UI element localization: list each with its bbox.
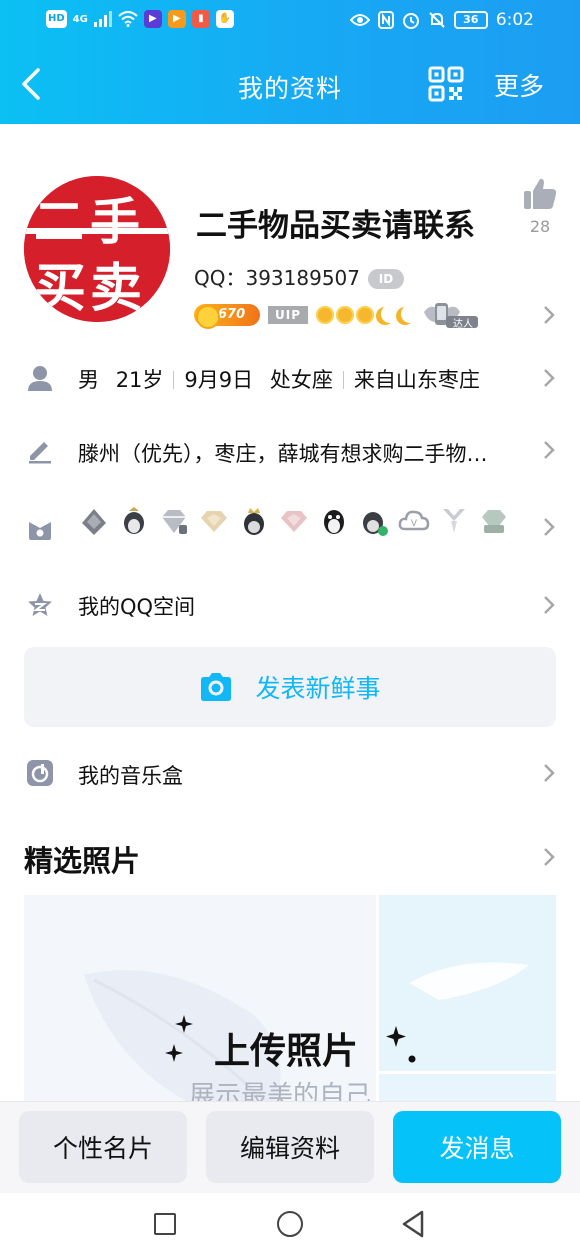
camera-icon [201,673,232,701]
person-icon [28,366,52,391]
nav-bar: 我的资料 更多 [0,50,580,120]
penguin-medal-icon [124,507,144,534]
svg-text:V: V [411,519,418,529]
like-count: 28 [529,217,551,236]
sparkle-right-icon [386,1026,416,1063]
gender: 男 [78,368,99,392]
hand-app-icon: ✋ [215,10,234,28]
id-badge[interactable]: ID [368,269,405,289]
chevron-right-icon[interactable] [542,847,556,867]
status-bar: HD 4G ▶ ▶ ▮ ✋ 36 6:02 [0,0,580,44]
level-badge: 670 [194,304,260,329]
more-button[interactable]: 更多 [494,67,544,103]
edit-profile-button[interactable]: 编辑资料 [206,1111,374,1183]
post-new-moment-button[interactable]: 发表新鲜事 [24,647,556,727]
vip-badge: UIP [268,306,308,324]
birthday: 9月9日 [184,368,254,392]
chevron-right-icon[interactable] [542,763,556,783]
status-right: 36 6:02 [349,10,534,30]
music-box-link[interactable]: 我的音乐盒 [78,760,183,790]
video-app-icon: ▶ [143,10,162,28]
signature-text[interactable]: 滕州（优先），枣庄，薛城有想求购二手物… [78,438,528,468]
crown-penguin-medal-icon [82,509,106,535]
status-left: HD 4G ▶ ▶ ▮ ✋ [46,10,234,28]
daren-label: 达人 [453,319,473,330]
home-icon[interactable] [277,1211,303,1237]
wifi-icon [118,11,138,27]
bottom-action-bar: 个性名片 编辑资料 发消息 [0,1101,580,1193]
svip-cloud-medal-icon: V [398,510,430,531]
age: 21岁 [115,368,164,392]
qr-code-icon[interactable] [428,66,464,102]
hd-indicator: HD [46,10,67,28]
featured-photos-title: 精选照片 [24,844,141,878]
qq-number: QQ：393189507 ID [194,262,405,291]
featured-photos-grid[interactable]: 上传照片 展示最美的自己 [24,895,556,1105]
medal-list[interactable]: V [78,505,510,537]
mute-icon [429,12,445,28]
music-box-icon [27,760,53,786]
pencil-icon [29,442,51,464]
gold-diamond-medal-icon [201,511,227,532]
sun-icon [316,306,334,324]
qq-penguin-medal-icon [324,510,344,534]
avatar-text-top: 二手 [34,192,146,251]
chevron-right-icon[interactable] [542,517,556,537]
upload-photos-title: 上传照片 [214,1031,359,1072]
diamond-medal-icon [162,510,187,534]
app-header: HD 4G ▶ ▶ ▮ ✋ 36 6:02 我的资料 更多 [0,0,580,124]
eye-icon [349,14,370,26]
system-nav-bar [0,1193,580,1257]
send-message-button[interactable]: 发消息 [393,1111,561,1183]
qzone-star-icon [28,593,52,616]
signal-icon [93,11,112,27]
avatar[interactable]: 二手 买卖 [24,176,170,322]
book-app-icon: ▮ [191,10,210,28]
personal-card-button[interactable]: 个性名片 [19,1111,187,1183]
alarm-icon [402,13,419,29]
green-gem-medal-icon [482,510,506,533]
tuxedo-medal-icon [443,509,465,533]
king-penguin-medal-icon [244,508,264,535]
medal-wall-icon [29,522,51,540]
sun-icon [336,306,354,324]
recents-icon[interactable] [154,1213,176,1235]
badge-row[interactable]: 670 UIP 达人 [194,302,480,330]
pink-diamond-medal-icon [281,511,307,532]
page-title: 我的资料 [237,74,342,103]
player-app-icon: ▶ [167,10,186,28]
battery-indicator: 36 [453,11,488,29]
zodiac: 处女座 [269,368,333,392]
level-icons [316,306,414,324]
chevron-right-icon[interactable] [542,368,556,388]
nickname: 二手物品买卖请联系 [196,208,475,244]
divider [342,371,344,389]
post-button-label: 发表新鲜事 [255,674,381,703]
clock: 6:02 [495,10,534,30]
profile-info-row[interactable]: 男 21岁 9月9日 处女座 来自山东枣庄 [78,364,480,394]
hometown: 来自山东枣庄 [353,368,480,392]
chevron-right-icon[interactable] [542,595,556,615]
daren-badge: 达人 [422,302,480,330]
qzone-link[interactable]: 我的QQ空间 [78,591,195,621]
thumbs-up-icon[interactable] [522,176,558,212]
avatar-text-bottom: 买卖 [34,258,147,319]
nfc-icon [377,11,394,29]
system-back-icon[interactable] [400,1209,426,1239]
leaf-penguin-medal-icon [363,512,388,536]
sun-icon [356,306,374,324]
moon-icon [401,305,419,323]
chevron-right-icon[interactable] [542,305,556,325]
chevron-right-icon[interactable] [542,440,556,460]
network-type: 4G [72,13,88,25]
moon-icon [381,305,399,323]
qq-number-text: QQ：393189507 [194,266,361,290]
divider [173,371,175,389]
